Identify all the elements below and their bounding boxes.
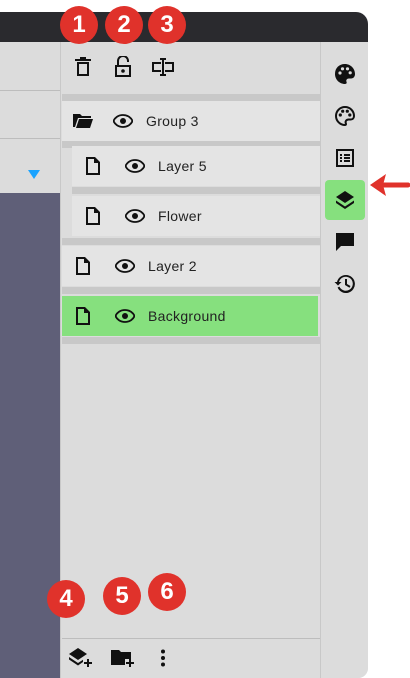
canvas-panel [0, 42, 61, 678]
eye-icon[interactable] [124, 205, 146, 227]
trash-icon [75, 57, 91, 76]
unlock-icon [115, 56, 131, 77]
file-icon [72, 305, 94, 327]
eye-icon[interactable] [114, 255, 136, 277]
layer-name: Background [148, 308, 226, 324]
history-button[interactable] [325, 264, 365, 304]
palette-outline-icon [334, 105, 356, 127]
add-layer-button[interactable] [64, 641, 98, 675]
layers-panel: Group 3 Layer 5 Flower Layer 2 Backgroun… [62, 42, 320, 678]
callout-badge: 4 [47, 580, 85, 618]
layer-row-group-3[interactable]: Group 3 [62, 101, 320, 141]
comments-button[interactable] [325, 222, 365, 262]
folder-icon [72, 110, 94, 132]
ruler-marker-icon[interactable] [28, 170, 40, 179]
palette-filled-icon [335, 64, 355, 84]
divider [62, 94, 320, 101]
delete-layer-button[interactable] [66, 50, 100, 84]
color-button[interactable] [325, 54, 365, 94]
add-layer-icon [69, 648, 92, 667]
more-vertical-icon [161, 649, 165, 667]
layers-toolbar [62, 42, 320, 92]
layer-name: Layer 2 [148, 258, 197, 274]
callout-badge: 3 [148, 6, 186, 44]
callout-badge: 5 [103, 577, 141, 615]
layer-name: Group 3 [146, 113, 199, 129]
app-window: Group 3 Layer 5 Flower Layer 2 Backgroun… [0, 12, 368, 678]
rename-layer-button[interactable] [146, 50, 180, 84]
layers-tab-button[interactable] [325, 180, 365, 220]
list-icon [336, 149, 354, 167]
lock-layer-button[interactable] [106, 50, 140, 84]
layer-row-background[interactable]: Background [62, 296, 318, 336]
callout-badge: 1 [60, 6, 98, 44]
add-folder-icon [111, 650, 134, 667]
divider [62, 238, 320, 245]
layers-bottom-bar [62, 638, 320, 678]
add-folder-button[interactable] [106, 641, 140, 675]
layers-icon [336, 191, 354, 209]
divider [62, 337, 320, 344]
file-icon [82, 155, 104, 177]
eye-icon[interactable] [112, 110, 134, 132]
palette-button[interactable] [325, 96, 365, 136]
layer-name: Flower [158, 208, 202, 224]
layer-row-layer-2[interactable]: Layer 2 [62, 246, 320, 286]
history-icon [334, 274, 355, 293]
divider [0, 90, 60, 91]
right-rail [320, 42, 368, 678]
properties-button[interactable] [325, 138, 365, 178]
file-icon [82, 205, 104, 227]
layer-row-flower[interactable]: Flower [72, 196, 320, 236]
divider [72, 187, 320, 194]
file-icon [72, 255, 94, 277]
divider [0, 138, 60, 139]
layer-name: Layer 5 [158, 158, 207, 174]
divider [62, 287, 320, 294]
layer-row-layer-5[interactable]: Layer 5 [72, 146, 320, 186]
eye-icon[interactable] [114, 305, 136, 327]
callout-badge: 6 [148, 573, 186, 611]
callout-badge: 2 [105, 6, 143, 44]
more-options-button[interactable] [146, 641, 180, 675]
text-cursor-icon [152, 58, 174, 76]
red-arrow-icon [370, 174, 410, 196]
eye-icon[interactable] [124, 155, 146, 177]
comment-icon [336, 233, 354, 251]
